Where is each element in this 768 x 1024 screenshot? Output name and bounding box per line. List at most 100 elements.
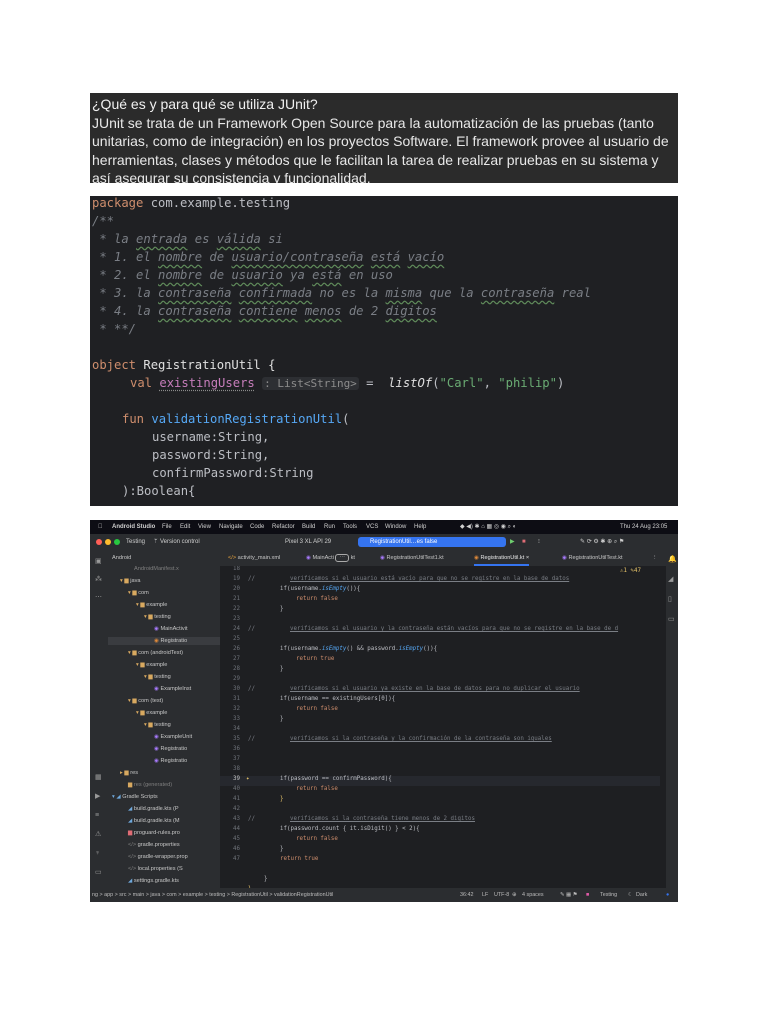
tree-item[interactable]: ▾ ▆ example xyxy=(136,661,167,669)
tree-item[interactable]: </> local.properties (S xyxy=(128,865,183,873)
tab-overflow-icon[interactable]: ⋯ xyxy=(335,554,350,562)
theme-mode[interactable]: Dark xyxy=(636,888,647,902)
gradle-panel-icon[interactable]: ◢ xyxy=(668,576,676,584)
tree-item[interactable]: ◉ MainActivit xyxy=(154,625,188,633)
tree-item[interactable]: ▸ ▆ res xyxy=(120,769,138,777)
logcat-icon[interactable]: ≡ xyxy=(95,812,103,819)
tree-item[interactable]: ▾ ▆ com (androidTest) xyxy=(128,649,183,657)
close-window-icon[interactable] xyxy=(96,539,102,545)
tree-item[interactable]: ▾ ▆ testing xyxy=(144,673,171,681)
tree-item[interactable]: AndroidManifest.x xyxy=(134,565,179,573)
menu-view[interactable]: View xyxy=(198,520,211,534)
tree-item-selected[interactable]: ◉ Registratio xyxy=(108,637,220,645)
emulator-icon[interactable]: ▭ xyxy=(668,616,676,624)
tabs-more-icon[interactable]: ⋮ xyxy=(652,550,658,566)
tab-main-activity[interactable]: ◉ MainActi ⋯ kt xyxy=(306,550,355,566)
device-manager-icon[interactable]: ▯ xyxy=(668,596,676,604)
tree-item[interactable]: ▾ ◢ Gradle Scripts xyxy=(112,793,158,801)
comment-text: es xyxy=(187,232,217,246)
line-number-current: 39 xyxy=(233,776,240,782)
tree-item[interactable]: ◉ Registratio xyxy=(154,745,187,753)
run-config-selector[interactable]: RegistrationUtil…es false xyxy=(358,537,506,547)
structure-icon[interactable]: ⁂ xyxy=(95,576,103,583)
menu-window[interactable]: Window xyxy=(385,520,406,534)
menu-help[interactable]: Help xyxy=(414,520,426,534)
tree-item[interactable]: ◢ settings.gradle.kts xyxy=(128,877,179,885)
tab-registration-util-test1[interactable]: ◉ RegistrationUtilTest1.kt xyxy=(380,550,444,566)
device-selector[interactable]: Pixel 3 XL API 29 xyxy=(285,534,331,550)
tree-item[interactable]: ▾ ▆ example xyxy=(136,601,167,609)
menu-navigate[interactable]: Navigate xyxy=(219,520,243,534)
inspection-warnings[interactable]: ⚠1 ✎47 xyxy=(620,568,641,574)
tree-item-label: MainActivit xyxy=(160,626,188,632)
tree-item[interactable]: ▾ ▆ testing xyxy=(144,613,171,621)
menu-run[interactable]: Run xyxy=(324,520,335,534)
intention-bulb-icon[interactable]: ✦ xyxy=(246,776,250,782)
tab-registration-util[interactable]: ◉ RegistrationUtil.kt × xyxy=(474,550,530,566)
tree-item[interactable]: </> gradle.properties xyxy=(128,841,180,849)
kotlin-file-icon: ◉ xyxy=(154,626,159,632)
tree-item[interactable]: ▾ ▆ com (test) xyxy=(128,697,163,705)
tree-item[interactable]: ◢ build.gradle.kts (M xyxy=(128,817,180,825)
zoom-window-icon[interactable] xyxy=(114,539,120,545)
status-dot-icon: ● xyxy=(666,892,670,898)
tree-item[interactable]: ▆ proguard-rules.pro xyxy=(128,829,180,837)
tool-icons[interactable]: ✎ ⟳ ⚙ ✱ ⊕ ⌕ ⚑ xyxy=(580,534,624,550)
tree-item[interactable]: ◉ Registratio xyxy=(154,757,187,765)
code-editor[interactable]: ⚠1 ✎47 18 19 20 21 22 23 24 25 26 27 28 … xyxy=(220,566,666,888)
run-panel-icon[interactable]: ▶ xyxy=(95,793,103,800)
tree-item[interactable]: ▾ ▆ testing xyxy=(144,721,171,729)
tree-item-label: com (test) xyxy=(138,698,164,704)
tree-item[interactable]: ▾ ▆ java xyxy=(120,577,141,585)
menu-code[interactable]: Code xyxy=(250,520,264,534)
menu-edit[interactable]: Edit xyxy=(180,520,190,534)
run-icon[interactable]: ▶ xyxy=(510,534,515,550)
folder-icon: ▆ xyxy=(128,782,133,788)
stop-icon[interactable]: ■ xyxy=(522,534,526,550)
minimize-window-icon[interactable] xyxy=(105,539,111,545)
menu-refactor[interactable]: Refactor xyxy=(272,520,295,534)
readonly-icon[interactable]: ⊕ xyxy=(512,888,517,902)
notifications-icon[interactable]: 🔔 xyxy=(668,556,677,564)
tree-item[interactable]: ▾ ▆ com xyxy=(128,589,149,597)
close-tab-icon[interactable]: × xyxy=(526,555,529,561)
toolbar-icons[interactable]: ⁝ xyxy=(538,534,540,550)
tree-item[interactable]: </> gradle-wrapper.prop xyxy=(128,853,188,861)
tree-item[interactable]: ◉ ExampleUnit xyxy=(154,733,192,741)
status-icons[interactable]: ✎ ▦ ⚑ xyxy=(560,888,577,902)
menu-app[interactable]: Android Studio xyxy=(112,520,155,534)
project-view-selector[interactable]: Android xyxy=(112,554,131,562)
caret-position[interactable]: 36:42 xyxy=(460,888,474,902)
vcs-selector[interactable]: Version control xyxy=(160,534,200,550)
menu-vcs[interactable]: VCS xyxy=(366,520,378,534)
problems-icon[interactable]: ⚠ xyxy=(95,831,103,838)
more-icon[interactable]: ⋯ xyxy=(95,594,103,601)
breadcrumb[interactable]: ng > app > src > main > java > com > exa… xyxy=(92,888,333,902)
tree-item[interactable]: ◢ build.gradle.kts (P xyxy=(128,805,179,813)
branch-icon: ᛘ xyxy=(154,539,158,545)
line-number: 32 xyxy=(233,706,240,712)
tree-item[interactable]: ◉ ExampleInst xyxy=(154,685,191,693)
folder-icon: ▾ ▆ xyxy=(128,590,137,596)
plugin-icon[interactable]: ■ xyxy=(586,888,589,902)
menu-file[interactable]: File xyxy=(162,520,172,534)
status-icons: ◆ ◀) ✱ ⌂ ▦ ◎ ◉ ⌕ ◐ xyxy=(460,524,517,530)
apple-icon[interactable]:  xyxy=(98,520,103,534)
tab-registration-util-test[interactable]: ◉ RegistrationUtilTest.kt xyxy=(562,550,623,566)
tree-item[interactable]: ▾ ▆ example xyxy=(136,709,167,717)
line-separator[interactable]: LF xyxy=(482,888,488,902)
project-panel-icon[interactable]: ▣ xyxy=(95,558,103,565)
project-theme[interactable]: Testing xyxy=(600,888,617,902)
line-number: 31 xyxy=(233,696,240,702)
properties-file-icon: </> xyxy=(128,842,137,848)
tab-activity-main[interactable]: </> activity_main.xml xyxy=(228,550,280,566)
build-variants-icon[interactable]: ▦ xyxy=(95,774,103,781)
file-encoding[interactable]: UTF-8 xyxy=(494,888,509,902)
project-selector[interactable]: Testing xyxy=(126,534,145,550)
indent-setting[interactable]: 4 spaces xyxy=(522,888,544,902)
terminal-icon[interactable]: ▭ xyxy=(95,869,103,876)
menu-tools[interactable]: Tools xyxy=(343,520,357,534)
menu-build[interactable]: Build xyxy=(302,520,315,534)
git-icon[interactable]: ♆ xyxy=(95,850,103,857)
tree-item[interactable]: ▆ res (generated) xyxy=(128,781,172,789)
